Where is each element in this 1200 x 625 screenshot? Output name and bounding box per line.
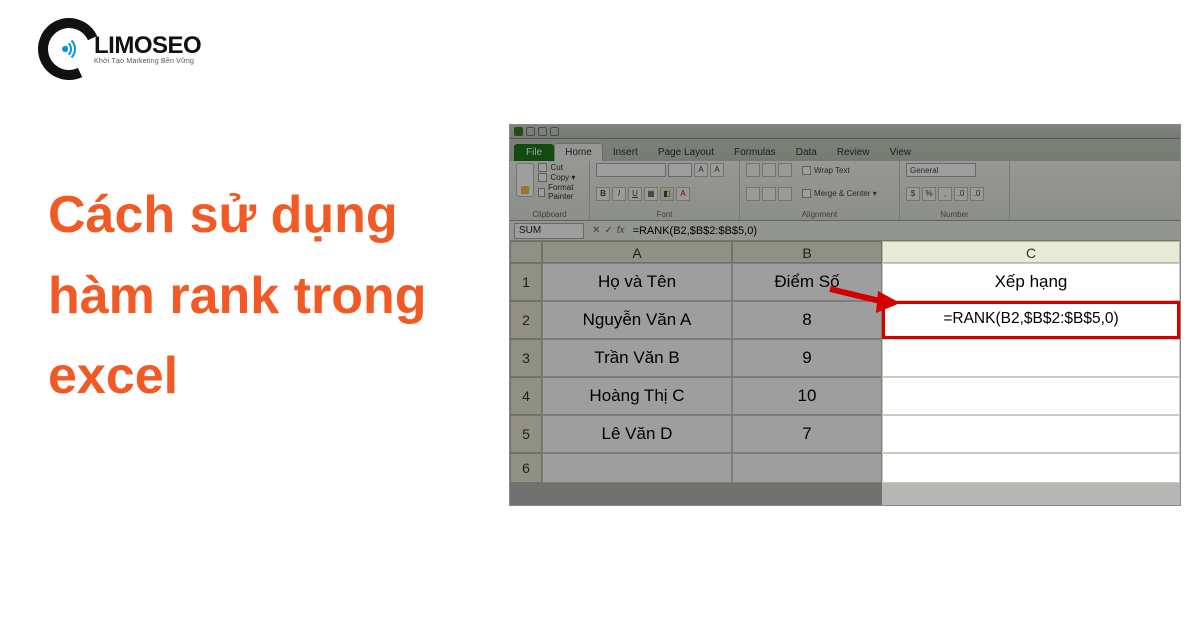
font-color-button[interactable]: A xyxy=(676,187,690,201)
cell-c4[interactable] xyxy=(882,377,1180,415)
underline-button[interactable]: U xyxy=(628,187,642,201)
row-header-3[interactable]: 3 xyxy=(510,339,542,377)
italic-button[interactable]: I xyxy=(612,187,626,201)
group-label-alignment: Alignment xyxy=(746,210,893,219)
group-number: General $%,.0.0 Number xyxy=(900,161,1010,220)
bold-button[interactable]: B xyxy=(596,187,610,201)
logo-tagline: Khởi Tạo Marketing Bền Vững xyxy=(94,58,201,65)
merge-icon xyxy=(802,189,811,198)
excel-app-icon xyxy=(514,127,523,136)
cell-c5[interactable] xyxy=(882,415,1180,453)
group-alignment: Wrap Text Merge & Center ▾ Alignment xyxy=(740,161,900,220)
number-format-select[interactable]: General xyxy=(906,163,976,177)
row-header-1[interactable]: 1 xyxy=(510,263,542,301)
cell-c1[interactable]: Xếp hạng xyxy=(882,263,1180,301)
font-size-select[interactable] xyxy=(668,163,692,177)
fill-color-button[interactable]: ◧ xyxy=(660,187,674,201)
currency-button[interactable]: $ xyxy=(906,187,920,201)
name-box[interactable]: SUM xyxy=(514,223,584,239)
select-all-corner[interactable] xyxy=(510,241,542,263)
group-label-number: Number xyxy=(906,210,1003,219)
wrap-text-button[interactable]: Wrap Text xyxy=(802,166,850,175)
group-font: AA BIU▦◧A Font xyxy=(590,161,740,220)
row-header-4[interactable]: 4 xyxy=(510,377,542,415)
group-clipboard: Cut Copy ▾ Format Painter Clipboard xyxy=(510,161,590,220)
col-header-a[interactable]: A xyxy=(542,241,732,263)
tab-view[interactable]: View xyxy=(880,144,922,161)
increase-decimal-button[interactable]: .0 xyxy=(954,187,968,201)
cell-c2[interactable]: =RANK(B2,$B$2:$B$5,0) xyxy=(882,301,1180,339)
wrap-icon xyxy=(802,166,811,175)
cancel-formula-icon[interactable]: ✕ xyxy=(592,225,600,236)
scissors-icon xyxy=(538,163,547,172)
align-right-button[interactable] xyxy=(778,187,792,201)
cell-c2-value: =RANK(B2,$B$2:$B$5,0) xyxy=(885,304,1177,336)
fx-icon[interactable]: fx xyxy=(617,225,625,236)
cell-b3[interactable]: 9 xyxy=(732,339,882,377)
qat-redo-icon[interactable] xyxy=(550,127,559,136)
qat-undo-icon[interactable] xyxy=(538,127,547,136)
cell-a2[interactable]: Nguyễn Văn A xyxy=(542,301,732,339)
row-header-2[interactable]: 2 xyxy=(510,301,542,339)
tab-insert[interactable]: Insert xyxy=(603,144,648,161)
decrease-decimal-button[interactable]: .0 xyxy=(970,187,984,201)
col-header-c[interactable]: C xyxy=(882,241,1180,263)
ribbon-body: Cut Copy ▾ Format Painter Clipboard AA B… xyxy=(510,161,1180,221)
align-top-button[interactable] xyxy=(746,163,760,177)
tab-data[interactable]: Data xyxy=(786,144,827,161)
copy-button[interactable]: Copy ▾ xyxy=(538,173,583,182)
font-select[interactable] xyxy=(596,163,666,177)
format-painter-button[interactable]: Format Painter xyxy=(538,183,583,201)
excel-screenshot: File Home Insert Page Layout Formulas Da… xyxy=(510,125,1180,505)
formula-input[interactable]: =RANK(B2,$B$2:$B$5,0) xyxy=(629,225,757,237)
logo: LIMOSEO Khởi Tạo Marketing Bền Vững xyxy=(38,18,201,80)
group-label-clipboard: Clipboard xyxy=(516,210,583,219)
group-label-font: Font xyxy=(596,210,733,219)
comma-button[interactable]: , xyxy=(938,187,952,201)
align-bottom-button[interactable] xyxy=(778,163,792,177)
cell-b1[interactable]: Điểm Số xyxy=(732,263,882,301)
cell-b2[interactable]: 8 xyxy=(732,301,882,339)
grow-font-button[interactable]: A xyxy=(694,163,708,177)
shrink-font-button[interactable]: A xyxy=(710,163,724,177)
cell-a4[interactable]: Hoàng Thị C xyxy=(542,377,732,415)
tab-review[interactable]: Review xyxy=(827,144,880,161)
ribbon-tabs: File Home Insert Page Layout Formulas Da… xyxy=(510,139,1180,161)
tab-formulas[interactable]: Formulas xyxy=(724,144,786,161)
logo-mark-icon xyxy=(38,18,100,80)
percent-button[interactable]: % xyxy=(922,187,936,201)
tab-page-layout[interactable]: Page Layout xyxy=(648,144,724,161)
tab-file[interactable]: File xyxy=(514,144,554,161)
tab-home[interactable]: Home xyxy=(554,143,603,161)
merge-center-button[interactable]: Merge & Center ▾ xyxy=(802,189,877,198)
copy-icon xyxy=(538,173,547,182)
enter-formula-icon[interactable]: ✓ xyxy=(604,225,612,236)
cell-a5[interactable]: Lê Văn D xyxy=(542,415,732,453)
cell-a1[interactable]: Họ và Tên xyxy=(542,263,732,301)
align-middle-button[interactable] xyxy=(762,163,776,177)
logo-brand: LIMOSEO xyxy=(94,34,201,58)
excel-titlebar xyxy=(510,125,1180,139)
paste-button[interactable] xyxy=(516,163,534,197)
cell-b6[interactable] xyxy=(732,453,882,483)
brush-icon xyxy=(538,188,545,197)
qat-save-icon[interactable] xyxy=(526,127,535,136)
cell-b5[interactable]: 7 xyxy=(732,415,882,453)
align-left-button[interactable] xyxy=(746,187,760,201)
col-header-b[interactable]: B xyxy=(732,241,882,263)
align-center-button[interactable] xyxy=(762,187,776,201)
cut-button[interactable]: Cut xyxy=(538,163,583,172)
row-header-5[interactable]: 5 xyxy=(510,415,542,453)
cell-b4[interactable]: 10 xyxy=(732,377,882,415)
worksheet[interactable]: A B C 1 Họ và Tên Điểm Số Xếp hạng 2 Ngu… xyxy=(510,241,1180,483)
cell-a6[interactable] xyxy=(542,453,732,483)
headline: Cách sử dụng hàm rank trong excel xyxy=(48,175,478,417)
cell-c3[interactable] xyxy=(882,339,1180,377)
cell-a3[interactable]: Trần Văn B xyxy=(542,339,732,377)
formula-bar: SUM ✕ ✓ fx =RANK(B2,$B$2:$B$5,0) xyxy=(510,221,1180,241)
cell-c6[interactable] xyxy=(882,453,1180,483)
row-header-6[interactable]: 6 xyxy=(510,453,542,483)
border-button[interactable]: ▦ xyxy=(644,187,658,201)
